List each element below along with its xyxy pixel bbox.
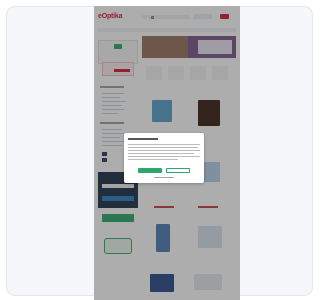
cookie-dialog-text xyxy=(128,150,200,151)
cookie-consent-dialog xyxy=(124,133,204,183)
cookie-dialog-text xyxy=(128,153,194,154)
cookie-dialog-heading-bar xyxy=(128,138,158,140)
accept-cookies-button[interactable] xyxy=(138,168,162,173)
webpage-screenshot: eOptika xyxy=(94,6,240,300)
cookie-dialog-text xyxy=(128,159,178,160)
cookie-dialog-text xyxy=(128,144,200,145)
cookie-settings-button[interactable] xyxy=(166,168,190,173)
cookie-dialog-text xyxy=(128,156,200,157)
cookie-dialog-text xyxy=(128,147,198,148)
cookie-dialog-link[interactable] xyxy=(154,177,174,178)
